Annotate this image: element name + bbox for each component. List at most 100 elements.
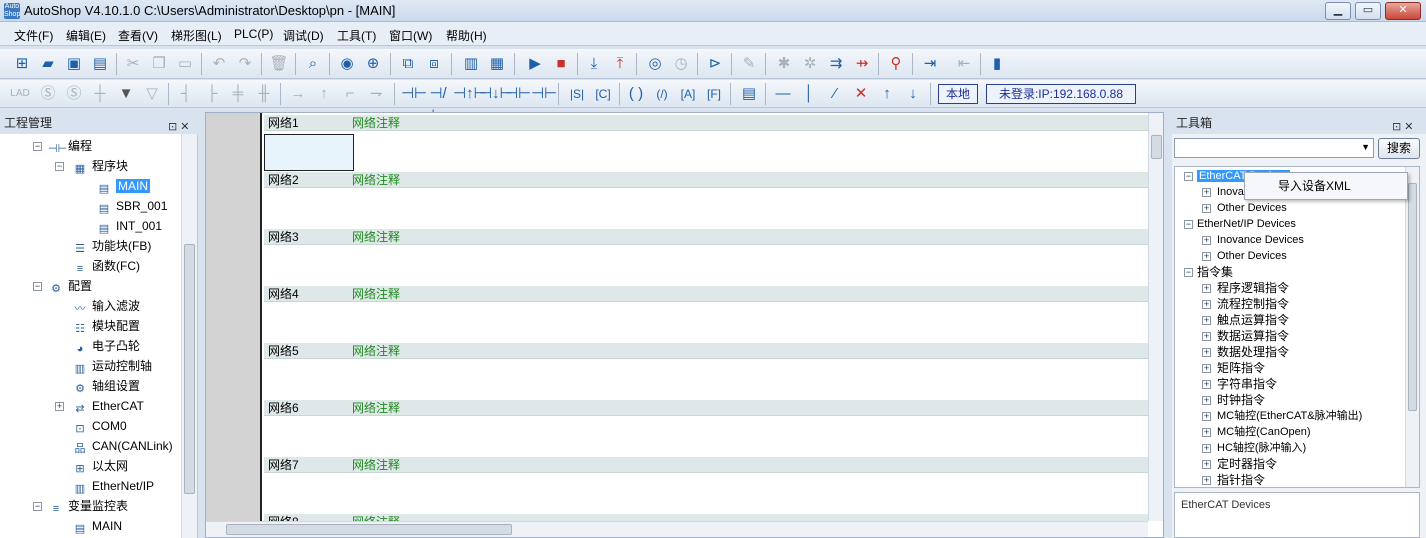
test-icon[interactable]: ⚲ [885, 53, 907, 75]
toolbox-item-mc-ethercat[interactable]: MC轴控(EtherCAT&脉冲输出) [1217, 408, 1362, 424]
comment-block-icon[interactable]: ▤ [738, 83, 760, 105]
toolbox-item-contact-ops[interactable]: 触点运算指令 [1217, 312, 1289, 328]
lad-mode-icon[interactable]: LAD [9, 83, 31, 105]
toolbox-item-other-devices[interactable]: Other Devices [1217, 248, 1287, 264]
menu-window[interactable]: 窗口(W) [389, 27, 432, 44]
run-icon[interactable]: ▶ [524, 53, 546, 75]
tree-item-main[interactable]: ▤ MAIN [96, 176, 150, 196]
force-on-icon[interactable]: ✱ [773, 53, 795, 75]
cut-icon[interactable]: ✂ [122, 53, 144, 75]
toolbox-scrollbar[interactable] [1405, 167, 1419, 487]
tree-item-ethercat[interactable]: ⇄ EtherCAT [72, 396, 143, 416]
webcam-icon[interactable]: ◎ [644, 53, 666, 75]
apply-instruction-icon[interactable]: [A] [677, 83, 699, 105]
network-comment[interactable]: 网络注释 [352, 400, 400, 416]
network-comment[interactable]: 网络注释 [352, 229, 400, 245]
horizontal-line-icon[interactable]: → [287, 83, 309, 105]
close-button[interactable]: ✕ [1385, 2, 1421, 20]
edit-icon[interactable]: ✎ [738, 53, 760, 75]
network-header[interactable]: 网络1 网络注释 [264, 115, 1148, 131]
toolbox-item-clock[interactable]: 时钟指令 [1217, 392, 1265, 408]
minimize-button[interactable]: ▁ [1325, 2, 1351, 20]
branch-open-icon[interactable]: ┤ [175, 83, 197, 105]
redo-icon[interactable]: ↷ [234, 53, 256, 75]
login-icon[interactable]: ⇥ [919, 53, 941, 75]
tree-item-ethernet[interactable]: ⊞ 以太网 [72, 456, 128, 476]
expand-icon[interactable]: + [1202, 332, 1211, 341]
tree-item-monitor-main[interactable]: ▤ MAIN [72, 516, 122, 536]
tree-item-module-config[interactable]: ☷ 模块配置 [72, 316, 140, 336]
force-off-icon[interactable]: ✲ [799, 53, 821, 75]
expand-icon[interactable]: + [1202, 188, 1211, 197]
monitor-icon[interactable]: ◉ [336, 53, 358, 75]
expand-icon[interactable]: + [1202, 284, 1211, 293]
collapse-icon[interactable]: − [1184, 172, 1193, 181]
tree-item-int001[interactable]: ▤ INT_001 [96, 216, 162, 236]
reset-icon[interactable]: ⇸ [851, 53, 873, 75]
scrollbar-thumb[interactable] [184, 244, 195, 494]
tree-item-axis-group[interactable]: ⚙ 轴组设置 [72, 376, 140, 396]
branch-delete-icon[interactable]: ╫ [253, 83, 275, 105]
arrow-down-outline-icon[interactable]: ▽ [141, 83, 163, 105]
network-header[interactable]: 网络3 网络注释 [264, 229, 1148, 245]
context-menu-import-xml[interactable]: 导入设备XML [1244, 172, 1408, 200]
menu-debug[interactable]: 调试(D) [283, 27, 324, 44]
step-icon[interactable]: |S| [566, 83, 588, 105]
tree-item-config[interactable]: ⚙ 配置 [48, 276, 92, 296]
project-tree-scrollbar[interactable] [181, 134, 197, 538]
expand-icon[interactable]: + [55, 402, 64, 411]
tree-item-ethernet-ip[interactable]: ▥ EtherNet/IP [72, 476, 154, 496]
contact-rise-icon[interactable]: ⊣↑⊢ [453, 83, 487, 105]
tree-item-motion-axis[interactable]: ▥ 运动控制轴 [72, 356, 152, 376]
network-icon[interactable]: ⊕ [362, 53, 384, 75]
arrow-down-filled-icon[interactable]: ▼ [115, 83, 137, 105]
debug-run-icon[interactable]: ⊳ [704, 53, 726, 75]
open-folder-icon[interactable]: ▰ [37, 53, 59, 75]
arrow-up-icon[interactable]: ↑ [876, 83, 898, 105]
tree-item-electronic-cam[interactable]: ◕ 电子凸轮 [72, 336, 140, 356]
toolbox-search-combo[interactable]: ▼ [1174, 138, 1374, 158]
book-icon[interactable]: ▮ [986, 53, 1008, 75]
network-comment[interactable]: 网络注释 [352, 172, 400, 188]
toolbox-item-string[interactable]: 字符串指令 [1217, 376, 1277, 392]
tile-window-icon[interactable]: ⧈ [423, 53, 445, 75]
compile-icon[interactable]: ▥ [460, 53, 482, 75]
download-icon[interactable]: ⤓ [583, 53, 605, 75]
tree-item-programming[interactable]: ⊣⊢编程 [48, 136, 92, 156]
expand-icon[interactable]: + [1202, 428, 1211, 437]
editor-cell-cursor[interactable] [264, 134, 354, 171]
menu-plc[interactable]: PLC(P) [234, 27, 273, 41]
menu-ladder[interactable]: 梯形图(L) [171, 27, 222, 44]
toolbox-search-button[interactable]: 搜索 [1378, 138, 1420, 159]
function-instruction-icon[interactable]: [F] [703, 83, 725, 105]
coil-c-icon[interactable]: [C] [592, 83, 614, 105]
contact-no-icon[interactable]: ⊣⊢ [401, 83, 427, 105]
cross-line-icon[interactable]: ┼ [89, 83, 111, 105]
login-status-indicator[interactable]: 未登录:IP:192.168.0.88 [986, 84, 1136, 104]
branch-insert-icon[interactable]: ╪ [227, 83, 249, 105]
toolbox-item-timer[interactable]: 定时器指令 [1217, 456, 1277, 472]
expand-icon[interactable]: + [1202, 348, 1211, 357]
expand-icon[interactable]: + [1202, 444, 1211, 453]
timer-icon[interactable]: ◷ [670, 53, 692, 75]
menu-view[interactable]: 查看(V) [118, 27, 158, 44]
local-mode-button[interactable]: 本地 [938, 84, 978, 104]
menu-edit[interactable]: 编辑(E) [66, 27, 106, 44]
expand-icon[interactable]: + [1202, 396, 1211, 405]
menu-file[interactable]: 文件(F) [14, 27, 53, 44]
collapse-icon[interactable]: − [33, 142, 42, 151]
expand-icon[interactable]: + [1202, 316, 1211, 325]
network-header[interactable]: 网络7 网络注释 [264, 457, 1148, 473]
toolbox-item-mc-canopen[interactable]: MC轴控(CanOpen) [1217, 424, 1311, 440]
expand-icon[interactable]: + [1202, 252, 1211, 261]
toolbox-item-other-devices[interactable]: Other Devices [1217, 200, 1287, 216]
contact-nc-icon[interactable]: ⊣/⊢ [427, 83, 449, 124]
expand-icon[interactable]: + [1202, 476, 1211, 485]
contact-pulse-icon[interactable]: ⊣⊢ [505, 83, 531, 105]
contact-fall-icon[interactable]: ⊣↓⊢ [479, 83, 513, 105]
toolbox-item-data-processing[interactable]: 数据处理指令 [1217, 344, 1289, 360]
network-comment[interactable]: 网络注释 [352, 286, 400, 302]
collapse-icon[interactable]: − [1184, 268, 1193, 277]
chevron-down-icon[interactable]: ▼ [1361, 142, 1370, 152]
draw-horizontal-icon[interactable]: — [772, 83, 794, 105]
